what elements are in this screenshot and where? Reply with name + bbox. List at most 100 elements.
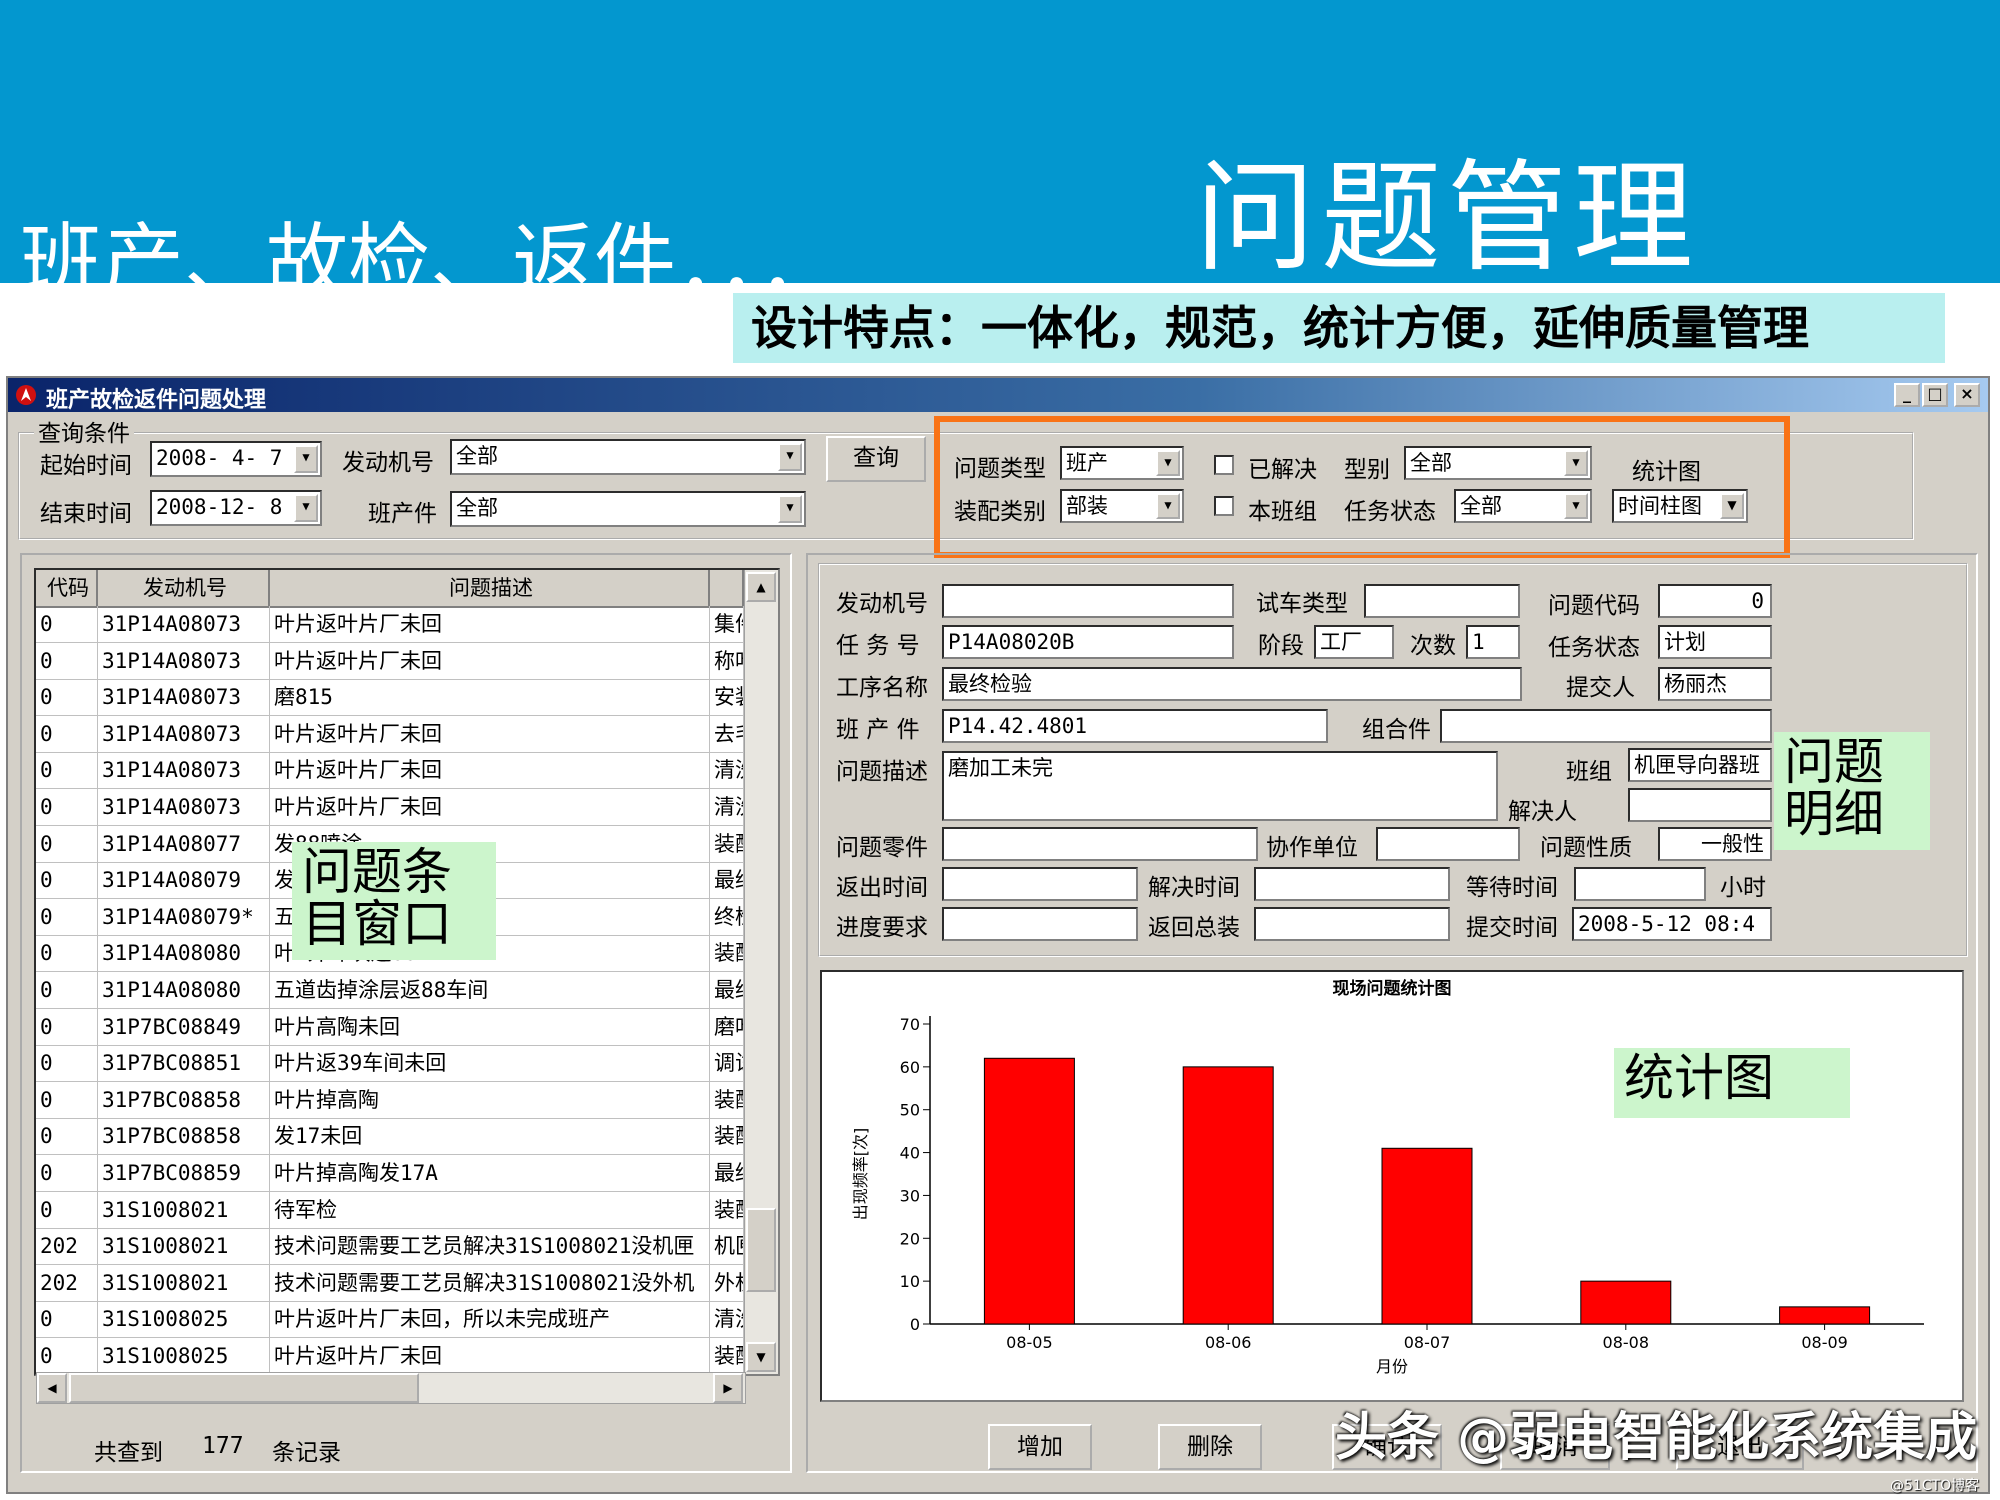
coop-unit-field[interactable] xyxy=(1376,827,1520,861)
problem-part-field[interactable] xyxy=(942,827,1258,861)
problem-description-field[interactable]: 磨加工未完 xyxy=(942,751,1498,821)
count-field[interactable]: 1 xyxy=(1466,625,1520,659)
y-tick-label: 40 xyxy=(900,1144,920,1163)
part-select[interactable]: 全部 ▼ xyxy=(450,491,806,527)
table-row[interactable]: 031P14A08073叶片返叶片厂未回称叶 xyxy=(36,642,744,680)
table-row[interactable]: 031P14A08073叶片返叶片厂未回去毛 xyxy=(36,715,744,753)
column-header-code[interactable]: 代码 xyxy=(36,570,98,606)
submit-time-field[interactable]: 2008-5-12 08:4 xyxy=(1572,907,1772,941)
table-row[interactable]: 031P7BC08859叶片掉高陶发17A最终 xyxy=(36,1155,744,1192)
query-button[interactable]: 查询 xyxy=(826,436,926,482)
hours-unit-label: 小时 xyxy=(1720,875,1766,901)
table-row[interactable]: 031P7BC08858发17未回装配 xyxy=(36,1118,744,1156)
window-titlebar[interactable]: 班产故检返件问题处理 _ □ × xyxy=(8,378,1988,413)
engine-no-select[interactable]: 全部 ▼ xyxy=(450,439,806,475)
add-button[interactable]: 增加 xyxy=(988,1424,1092,1470)
chevron-down-icon[interactable]: ▼ xyxy=(294,445,318,473)
table-row[interactable]: 031P14A08073磨815安装 xyxy=(36,679,744,717)
part-label: 班产件 xyxy=(368,501,437,527)
y-tick-label: 0 xyxy=(910,1315,920,1334)
table-row[interactable]: 031P7BC08849叶片高陶未回磨叶 xyxy=(36,1008,744,1046)
table-row[interactable]: 031P14A08080五道齿掉涂层返88车间最终 xyxy=(36,972,744,1009)
detail-task-status-field[interactable]: 计划 xyxy=(1658,625,1772,659)
scroll-left-icon[interactable]: ◀ xyxy=(37,1373,67,1403)
chevron-down-icon[interactable]: ▼ xyxy=(294,494,318,522)
detail-engine-no-field[interactable] xyxy=(942,584,1234,618)
progress-requirement-field[interactable] xyxy=(942,907,1138,941)
cell-engine-no: 31S1008025 xyxy=(98,1301,270,1338)
chevron-down-icon[interactable]: ▼ xyxy=(778,443,802,471)
cell-extra: 安装 xyxy=(710,679,744,716)
problem-nature-label: 问题性质 xyxy=(1540,835,1632,861)
cell-description: 叶片高陶未回 xyxy=(270,1008,710,1045)
problem-nature-field[interactable]: 一般性 xyxy=(1658,827,1772,861)
cell-engine-no: 31S1008021 xyxy=(98,1228,270,1265)
column-header-engine-no[interactable]: 发动机号 xyxy=(98,570,270,606)
cell-description: 叶片返39车间未回 xyxy=(270,1045,710,1082)
scroll-thumb[interactable] xyxy=(746,1208,776,1292)
scroll-right-icon[interactable]: ▶ xyxy=(713,1373,743,1403)
maximize-button[interactable]: □ xyxy=(1922,383,1948,407)
column-header-extra[interactable] xyxy=(710,570,744,606)
start-time-picker[interactable]: 2008- 4- 7 ▼ xyxy=(150,441,322,477)
cell-engine-no: 31P14A08079 xyxy=(98,862,270,899)
table-row[interactable]: 031S1008025叶片返叶片厂未回，所以未完成班产清洗 xyxy=(36,1301,744,1339)
minimize-button[interactable]: _ xyxy=(1894,383,1920,407)
table-row[interactable]: 031P7BC08851叶片返39车间未回调试 xyxy=(36,1045,744,1083)
table-row[interactable]: 031P7BC08858叶片掉高陶装配 xyxy=(36,1081,744,1119)
problem-part-label: 问题零件 xyxy=(836,835,928,861)
return-time-field[interactable] xyxy=(942,867,1138,901)
problem-code-field[interactable]: 0 xyxy=(1658,584,1772,618)
task-no-field[interactable]: P14A08020B xyxy=(942,625,1234,659)
delete-button[interactable]: 删除 xyxy=(1158,1424,1262,1470)
chevron-down-icon[interactable]: ▼ xyxy=(778,495,802,523)
cell-extra: 装配 xyxy=(710,1081,744,1118)
filter-highlight-box xyxy=(934,416,1790,558)
table-row[interactable]: 031S1008021待军检装配 xyxy=(36,1191,744,1229)
horizontal-scroll-thumb[interactable] xyxy=(69,1373,419,1403)
cell-description: 五道齿掉涂层返88车间 xyxy=(270,972,710,1008)
query-group-label: 查询条件 xyxy=(34,414,134,448)
record-count-prefix: 共查到 xyxy=(94,1440,163,1466)
submitter-field[interactable]: 杨丽杰 xyxy=(1658,667,1772,701)
cell-engine-no: 31P14A08073 xyxy=(98,679,270,716)
assembly-field[interactable] xyxy=(1440,709,1772,743)
vertical-scrollbar[interactable]: ▲ ▼ xyxy=(744,570,778,1374)
table-row[interactable]: 031P14A08073叶片返叶片厂未回清洗 xyxy=(36,752,744,790)
table-row[interactable]: 20231S1008021技术问题需要工艺员解决31S1008021没机匣机匣 xyxy=(36,1228,744,1266)
table-row[interactable]: 031P14A08073叶片返叶片厂未回集件 xyxy=(36,606,744,643)
wait-time-field[interactable] xyxy=(1574,867,1706,901)
process-name-field[interactable]: 最终检验 xyxy=(942,667,1522,701)
cell-description: 发17未回 xyxy=(270,1118,710,1155)
solver-field[interactable] xyxy=(1628,788,1772,822)
y-tick-label: 10 xyxy=(900,1272,920,1291)
problem-list-grid[interactable]: 代码 发动机号 问题描述 031P14A08073叶片返叶片厂未回集件031P1… xyxy=(34,568,780,1376)
end-time-picker[interactable]: 2008-12- 8 ▼ xyxy=(150,490,322,526)
horizontal-scrollbar[interactable]: ◀ ▶ xyxy=(36,1372,746,1404)
table-row[interactable]: 031P14A08073叶片返叶片厂未回清洗 xyxy=(36,789,744,826)
cell-engine-no: 31S1008021 xyxy=(98,1191,270,1228)
cell-code: 202 xyxy=(36,1228,98,1265)
slide-subtitle: 班产、故检、返件．．． xyxy=(20,215,841,310)
cell-extra: 最终 xyxy=(710,862,744,899)
team-group-field[interactable]: 机匣导向器班 xyxy=(1628,748,1772,782)
scroll-down-icon[interactable]: ▼ xyxy=(746,1342,776,1372)
column-header-description[interactable]: 问题描述 xyxy=(270,570,710,606)
resolve-time-field[interactable] xyxy=(1254,867,1450,901)
cell-description: 磨815 xyxy=(270,679,710,716)
cell-extra: 装配 xyxy=(710,1118,744,1155)
table-row[interactable]: 20231S1008021技术问题需要工艺员解决31S1008021没外机外机 xyxy=(36,1264,744,1302)
table-row[interactable]: 031S1008025叶片返叶片厂未回装配 xyxy=(36,1338,744,1374)
close-button[interactable]: × xyxy=(1954,383,1980,407)
cell-extra: 集件 xyxy=(710,606,744,642)
scroll-up-icon[interactable]: ▲ xyxy=(746,572,776,602)
stage-field[interactable]: 工厂 xyxy=(1314,625,1394,659)
list-window-annotation: 问题条 目窗口 xyxy=(292,842,496,960)
test-type-field[interactable] xyxy=(1364,584,1520,618)
return-time-label: 返出时间 xyxy=(836,875,928,901)
x-tick-label: 08-05 xyxy=(1006,1333,1053,1352)
bar xyxy=(983,1057,1075,1325)
cell-extra: 装配 xyxy=(710,825,744,862)
return-total-field[interactable] xyxy=(1254,907,1450,941)
detail-part-field[interactable]: P14.42.4801 xyxy=(942,709,1328,743)
